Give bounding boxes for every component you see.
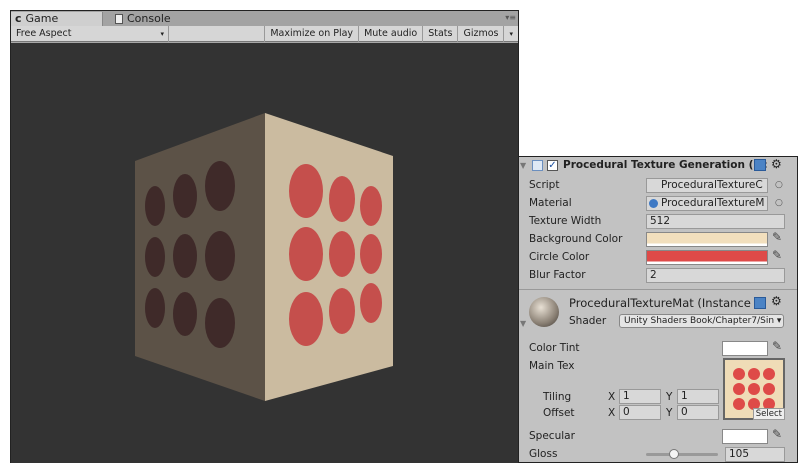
game-viewport[interactable] <box>11 43 518 463</box>
offset-y-label: Y <box>666 407 673 419</box>
texture-width-label: Texture Width <box>529 215 602 227</box>
circle-color-swatch[interactable] <box>646 250 768 265</box>
tab-menu-icon[interactable]: ▾≡ <box>505 13 516 22</box>
console-icon <box>115 14 123 24</box>
object-picker-icon[interactable]: ○ <box>775 180 783 190</box>
material-field[interactable]: ProceduralTextureM <box>646 196 768 211</box>
tiling-y-input[interactable]: 1 <box>677 389 719 404</box>
aspect-label: Free Aspect <box>16 28 72 39</box>
blur-factor-input[interactable]: 2 <box>646 268 785 283</box>
chevron-down-icon: ▾ <box>160 30 164 38</box>
foldout-arrow-icon[interactable]: ▼ <box>520 161 526 170</box>
tab-label: Game <box>25 12 59 25</box>
eyedropper-icon[interactable]: ✎ <box>772 427 782 441</box>
tiling-x-label: X <box>608 391 616 403</box>
shader-value: Unity Shaders Book/Chapter7/Sin <box>624 316 775 326</box>
script-field[interactable]: ProceduralTextureC <box>646 178 768 193</box>
tab-label: Console <box>127 12 171 25</box>
foldout-arrow-icon[interactable]: ▼ <box>520 319 526 328</box>
tiling-label: Tiling <box>543 391 572 403</box>
gizmos-dropdown[interactable]: ▾ <box>504 26 518 42</box>
enabled-checkbox[interactable]: ✓ <box>547 160 558 171</box>
background-color-swatch[interactable] <box>646 232 768 247</box>
material-preview-sphere <box>529 297 559 327</box>
stats-button[interactable]: Stats <box>423 26 459 42</box>
color-tint-label: Color Tint <box>529 342 580 354</box>
main-tex-thumbnail[interactable]: Select <box>723 358 785 420</box>
script-icon <box>532 160 543 171</box>
offset-label: Offset <box>543 407 575 419</box>
gear-icon[interactable]: ⚙ <box>771 294 782 308</box>
material-title: ProceduralTextureMat (Instance <box>569 296 751 310</box>
offset-x-input[interactable]: 0 <box>619 405 661 420</box>
right-face-circles <box>289 164 382 346</box>
maximize-on-play-button[interactable]: Maximize on Play <box>265 26 360 42</box>
game-window: c Game Console ▾≡ Free Aspect ▾ Maximize o… <box>10 10 519 463</box>
material-label: Material <box>529 197 572 209</box>
tiling-x-input[interactable]: 1 <box>619 389 661 404</box>
circle-color-label: Circle Color <box>529 251 590 263</box>
blur-factor-label: Blur Factor <box>529 269 586 281</box>
component-title: Procedural Texture Generation (Sc <box>563 159 768 171</box>
material-sphere-icon <box>649 199 658 208</box>
offset-y-input[interactable]: 0 <box>677 405 719 420</box>
material-value: ProceduralTextureM <box>661 197 765 209</box>
aspect-dropdown[interactable]: Free Aspect ▾ <box>11 26 169 42</box>
mute-audio-button[interactable]: Mute audio <box>359 26 424 42</box>
script-label: Script <box>529 179 560 191</box>
gizmos-button[interactable]: Gizmos <box>458 26 505 42</box>
help-book-icon[interactable] <box>754 297 766 309</box>
gloss-label: Gloss <box>529 448 558 460</box>
tab-bar: c Game Console ▾≡ <box>11 11 518 26</box>
background-color-label: Background Color <box>529 233 623 245</box>
gloss-slider[interactable] <box>646 449 718 459</box>
shader-label: Shader <box>569 315 607 327</box>
toolbar-spacer <box>169 26 266 42</box>
color-tint-swatch[interactable] <box>722 341 768 356</box>
texture-width-input[interactable]: 512 <box>646 214 785 229</box>
left-face-circles <box>145 161 235 348</box>
game-toolbar: Free Aspect ▾ Maximize on Play Mute audio… <box>11 26 518 42</box>
specular-label: Specular <box>529 430 575 442</box>
inspector-panel: ▼ ✓ Procedural Texture Generation (Sc ⚙ … <box>518 156 798 463</box>
component-header: ▼ ✓ Procedural Texture Generation (Sc ⚙ <box>519 157 797 175</box>
cube-render <box>135 113 393 401</box>
select-texture-button[interactable]: Select <box>752 408 785 420</box>
eyedropper-icon[interactable]: ✎ <box>772 339 782 353</box>
object-picker-icon[interactable]: ○ <box>775 198 783 208</box>
tiling-y-label: Y <box>666 391 673 403</box>
specular-swatch[interactable] <box>722 429 768 444</box>
eyedropper-icon[interactable]: ✎ <box>772 248 782 262</box>
pacman-icon: c <box>15 12 22 25</box>
tab-game[interactable]: c Game <box>11 12 103 26</box>
script-value: ProceduralTextureC <box>661 179 763 191</box>
tab-console[interactable]: Console <box>111 12 211 26</box>
help-book-icon[interactable] <box>754 159 766 171</box>
shader-dropdown[interactable]: Unity Shaders Book/Chapter7/Sin ▾ <box>619 314 784 328</box>
eyedropper-icon[interactable]: ✎ <box>772 230 782 244</box>
gloss-input[interactable]: 105 <box>725 447 785 462</box>
main-tex-label: Main Tex <box>529 360 575 372</box>
offset-x-label: X <box>608 407 616 419</box>
gear-icon[interactable]: ⚙ <box>771 157 782 171</box>
